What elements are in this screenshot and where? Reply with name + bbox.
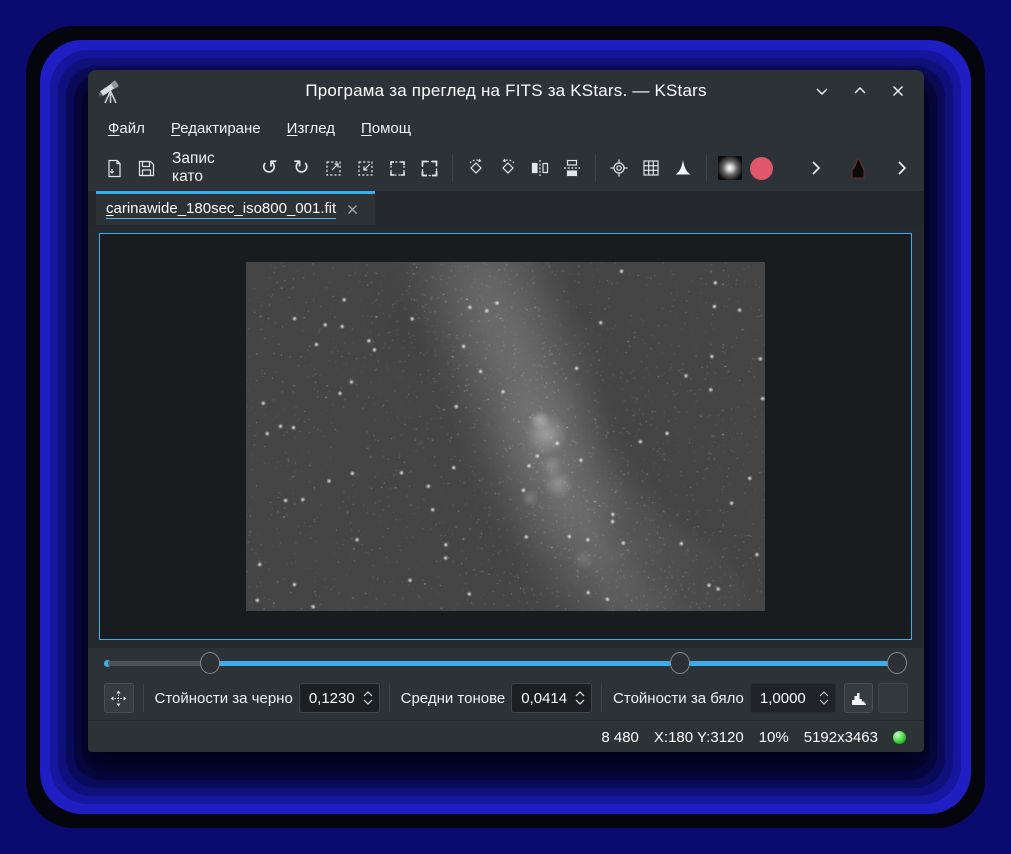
zoom-fit-page-icon[interactable] (381, 151, 413, 185)
status-resolution: 5192x3463 (804, 729, 878, 746)
black-point-handle[interactable] (200, 652, 220, 674)
redo-icon[interactable]: ↻ (285, 151, 317, 185)
fits-image-canvas[interactable] (246, 262, 765, 611)
menu-help[interactable]: Помощ (351, 116, 421, 141)
flip-horizontal-icon[interactable] (524, 151, 556, 185)
spinbox-arrows[interactable] (819, 691, 829, 705)
titlebar[interactable]: Програма за преглед на FITS за KStars. —… (88, 70, 924, 112)
black-point-spinbox[interactable]: 0,1230 (299, 683, 380, 713)
midtones-handle[interactable] (670, 652, 690, 674)
status-led-indicator (893, 731, 906, 744)
black-point-label: Стойности за черно (155, 690, 293, 707)
midtones-value: 0,0414 (521, 690, 567, 707)
white-point-handle[interactable] (887, 652, 907, 674)
chevron-right-icon[interactable] (886, 151, 918, 185)
status-zoom-level: 10% (759, 729, 789, 746)
tabbar: carinawide_180sec_iso800_001.fit (88, 191, 924, 225)
chevron-right-icon[interactable] (800, 151, 832, 185)
pan-mode-button[interactable] (104, 683, 134, 713)
flip-vertical-icon[interactable] (556, 151, 588, 185)
slider-track[interactable] (108, 661, 210, 666)
save-as-button[interactable]: Запис като (162, 151, 253, 185)
window-title: Програма за преглед на FITS за KStars. —… (88, 81, 924, 101)
toolbar-separator (595, 155, 596, 181)
desktop: Програма за преглед на FITS за KStars. —… (0, 0, 1011, 854)
grid-icon[interactable] (635, 151, 667, 185)
histogram-dark-icon[interactable] (842, 151, 874, 185)
save-icon[interactable] (130, 151, 162, 185)
zoom-in-icon[interactable] (317, 151, 349, 185)
blank-button[interactable] (878, 683, 908, 713)
tab-fits-file[interactable]: carinawide_180sec_iso800_001.fit (96, 191, 375, 225)
menu-view[interactable]: Изглед (277, 116, 345, 141)
tab-close-icon[interactable] (344, 202, 360, 218)
close-button[interactable] (886, 79, 910, 103)
tab-label: carinawide_180sec_iso800_001.fit (106, 200, 336, 219)
black-point-value: 0,1230 (309, 690, 355, 707)
midtones-label: Средни тонове (401, 690, 506, 707)
toolbar: Запис като ↺ ↻ (88, 145, 924, 191)
fits-viewer-window: Програма за преглед на FITS за KStars. —… (88, 70, 924, 752)
toolbar-separator (452, 155, 453, 181)
toggle-histogram-button[interactable] (844, 683, 874, 713)
status-value: 8 480 (601, 729, 639, 746)
zoom-out-icon[interactable] (349, 151, 381, 185)
menubar: Файл Редактиране Изглед Помощ (88, 112, 924, 145)
minimize-button[interactable] (810, 79, 834, 103)
center-crosshair-icon[interactable] (603, 151, 635, 185)
spinbox-arrows[interactable] (575, 691, 585, 705)
viewer-area (88, 225, 924, 648)
menu-edit[interactable]: Редактиране (161, 116, 271, 141)
midtones-spinbox[interactable]: 0,0414 (511, 683, 592, 713)
document-export-icon[interactable] (98, 151, 130, 185)
zoom-actual-size-icon[interactable] (413, 151, 445, 185)
toolbar-separator (706, 155, 707, 181)
star-profile-icon[interactable] (714, 151, 746, 185)
stretch-slider[interactable] (88, 648, 924, 676)
white-point-spinbox[interactable]: 1,0000 (750, 683, 836, 713)
spinbox-arrows[interactable] (363, 691, 373, 705)
rotate-right-icon[interactable] (460, 151, 492, 185)
statusbar: 8 480 X:180 Y:3120 10% 5192x3463 (88, 720, 924, 753)
gaussian-icon[interactable] (667, 151, 699, 185)
stretch-controls: Стойности за черно 0,1230 Средни тонове … (88, 676, 924, 720)
menu-file[interactable]: Файл (98, 116, 155, 141)
fits-view[interactable] (99, 233, 912, 640)
slider-track-active[interactable] (210, 661, 899, 666)
status-cursor-position: X:180 Y:3120 (654, 729, 744, 746)
white-point-value: 1,0000 (760, 690, 806, 707)
white-point-label: Стойности за бяло (613, 690, 744, 707)
kstars-telescope-icon (96, 76, 126, 106)
maximize-button[interactable] (848, 79, 872, 103)
undo-icon[interactable]: ↺ (253, 151, 285, 185)
rotate-left-icon[interactable] (492, 151, 524, 185)
red-circle-marker-icon[interactable] (746, 151, 778, 185)
